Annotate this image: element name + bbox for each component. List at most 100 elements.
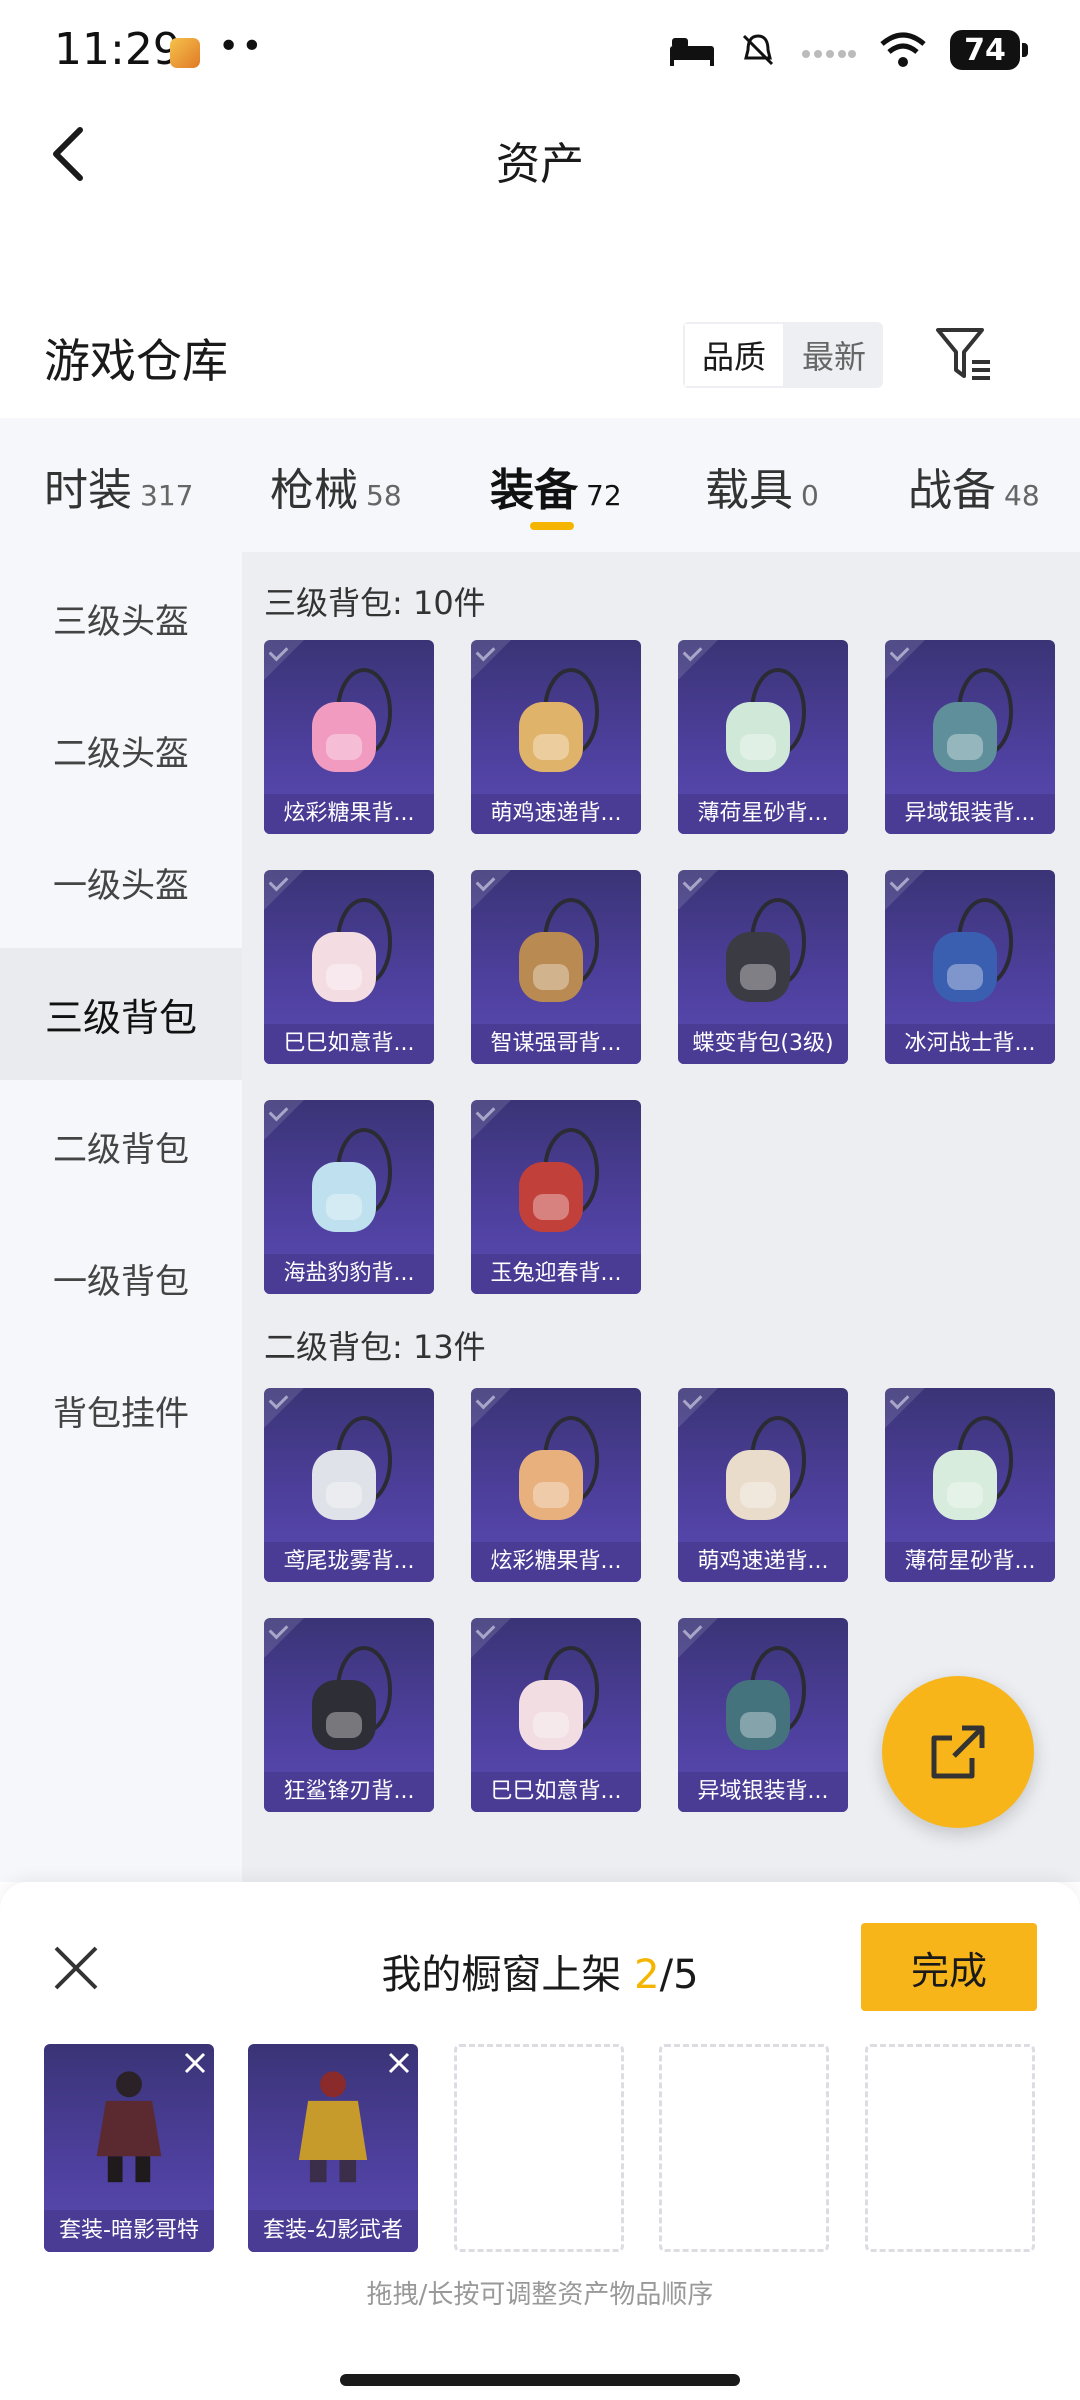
item-label: 炫彩糖果背... [264, 794, 434, 834]
item-label: 鸢尾珑雾背... [264, 1542, 434, 1582]
wifi-icon [880, 32, 926, 67]
sidebar-item-backpack-1[interactable]: 一级背包 [0, 1212, 242, 1344]
item-card[interactable]: 蝶变背包(3级) [678, 870, 848, 1064]
sort-by-newest-button[interactable]: 最新 [785, 322, 883, 388]
empty-showcase-slot[interactable] [454, 2044, 624, 2252]
backpack-thumbnail [726, 1416, 806, 1520]
item-card[interactable]: 玉兔迎春背... [471, 1100, 641, 1294]
backpack-thumbnail [933, 898, 1013, 1002]
tab-label: 战备 [908, 465, 996, 516]
warehouse-title: 游戏仓库 [44, 334, 228, 388]
item-card[interactable]: 鸢尾珑雾背... [264, 1388, 434, 1582]
outfit-thumbnail [96, 2071, 162, 2183]
sleep-mode-icon [670, 38, 714, 66]
filter-icon[interactable] [932, 322, 996, 386]
showcase-panel: 我的橱窗上架 2/5 完成 套装-暗影哥特 套装-幻影武者 拖拽/长按可调整资产… [0, 1882, 1080, 2400]
tab-supplies[interactable]: 战备 48 [908, 454, 1040, 518]
backpack-thumbnail [519, 1416, 599, 1520]
empty-showcase-slot[interactable] [865, 2044, 1035, 2252]
backpack-thumbnail [519, 668, 599, 772]
showcase-slot[interactable]: 套装-暗影哥特 [44, 2044, 214, 2252]
tab-equipment[interactable]: 装备 72 [490, 454, 622, 518]
item-label: 巳巳如意背... [471, 1772, 641, 1812]
showcase-title-text: 我的橱窗上架 [381, 1952, 622, 1998]
item-card[interactable]: 智谋强哥背... [471, 870, 641, 1064]
item-label: 异域银装背... [678, 1772, 848, 1812]
item-card[interactable]: 冰河战士背... [885, 870, 1055, 1064]
tab-label: 枪械 [270, 465, 358, 516]
item-label: 蝶变背包(3级) [678, 1024, 848, 1064]
item-label: 萌鸡速递背... [471, 794, 641, 834]
app-notification-icon [170, 38, 200, 68]
item-card[interactable]: 异域银装背... [678, 1618, 848, 1812]
sidebar-item-backpack-3[interactable]: 三级背包 [0, 948, 242, 1080]
item-card[interactable]: 海盐豹豹背... [264, 1100, 434, 1294]
item-card[interactable]: 萌鸡速递背... [471, 640, 641, 834]
status-bar: 11:29 •• 74 [0, 0, 1080, 100]
backpack-thumbnail [519, 1128, 599, 1232]
reorder-hint: 拖拽/长按可调整资产物品顺序 [366, 2280, 714, 2310]
backpack-thumbnail [312, 668, 392, 772]
share-button[interactable] [882, 1676, 1034, 1828]
item-card[interactable]: 炫彩糖果背... [471, 1388, 641, 1582]
section-title: 三级背包: 10件 [264, 584, 486, 622]
sidebar-item-backpack-2[interactable]: 二级背包 [0, 1080, 242, 1212]
tab-vehicles[interactable]: 载具 0 [705, 454, 819, 518]
remove-icon[interactable] [386, 2050, 412, 2076]
done-button[interactable]: 完成 [861, 1923, 1037, 2011]
backpack-thumbnail [312, 1646, 392, 1750]
backpack-thumbnail [933, 1416, 1013, 1520]
item-card[interactable]: 狂鲨锋刃背... [264, 1618, 434, 1812]
sidebar-item-helmet-1[interactable]: 一级头盔 [0, 816, 242, 948]
showcase-current-count: 2 [634, 1952, 660, 1998]
sidebar-item-backpack-pendant[interactable]: 背包挂件 [0, 1344, 242, 1476]
item-label: 冰河战士背... [885, 1024, 1055, 1064]
remove-icon[interactable] [182, 2050, 208, 2076]
tab-count: 0 [801, 479, 819, 512]
empty-showcase-slot[interactable] [659, 2044, 829, 2252]
sort-by-quality-button[interactable]: 品质 [683, 322, 785, 388]
item-label: 海盐豹豹背... [264, 1254, 434, 1294]
item-card[interactable]: 炫彩糖果背... [264, 640, 434, 834]
more-notifications-icon: •• [218, 26, 265, 67]
item-card[interactable]: 薄荷星砂背... [885, 1388, 1055, 1582]
tab-weapons[interactable]: 枪械 58 [270, 454, 402, 518]
item-label: 智谋强哥背... [471, 1024, 641, 1064]
item-label: 异域银装背... [885, 794, 1055, 834]
tab-count: 58 [366, 479, 402, 512]
sidebar-item-helmet-3[interactable]: 三级头盔 [0, 552, 242, 684]
showcase-total-count: /5 [659, 1952, 699, 1998]
slot-label: 套装-暗影哥特 [44, 2210, 214, 2252]
share-icon [931, 1725, 985, 1779]
item-label: 巳巳如意背... [264, 1024, 434, 1064]
tab-fashion[interactable]: 时装 317 [44, 454, 193, 518]
item-card[interactable]: 巳巳如意背... [264, 870, 434, 1064]
status-time: 11:29 [54, 24, 181, 75]
backpack-thumbnail [726, 1646, 806, 1750]
item-label: 炫彩糖果背... [471, 1542, 641, 1582]
backpack-thumbnail [312, 898, 392, 1002]
item-card[interactable]: 萌鸡速递背... [678, 1388, 848, 1582]
mute-icon [742, 34, 774, 66]
sidebar-item-helmet-2[interactable]: 二级头盔 [0, 684, 242, 816]
home-indicator [340, 2374, 740, 2386]
backpack-thumbnail [933, 668, 1013, 772]
item-label: 玉兔迎春背... [471, 1254, 641, 1294]
item-card[interactable]: 异域银装背... [885, 640, 1055, 834]
tab-label: 装备 [490, 465, 578, 516]
tab-count: 48 [1004, 479, 1040, 512]
page-title: 资产 [496, 139, 584, 190]
section-title: 二级背包: 13件 [264, 1328, 486, 1366]
slot-label: 套装-幻影武者 [248, 2210, 418, 2252]
showcase-slot[interactable]: 套装-幻影武者 [248, 2044, 418, 2252]
backpack-thumbnail [519, 898, 599, 1002]
item-label: 萌鸡速递背... [678, 1542, 848, 1582]
tab-label: 时装 [44, 465, 132, 516]
item-card[interactable]: 薄荷星砂背... [678, 640, 848, 834]
tab-label: 载具 [705, 465, 793, 516]
item-label: 薄荷星砂背... [678, 794, 848, 834]
item-card[interactable]: 巳巳如意背... [471, 1618, 641, 1812]
backpack-thumbnail [726, 668, 806, 772]
category-tabs: 时装 317 枪械 58 装备 72 载具 0 战备 48 [0, 418, 1080, 552]
tab-count: 72 [586, 479, 622, 512]
